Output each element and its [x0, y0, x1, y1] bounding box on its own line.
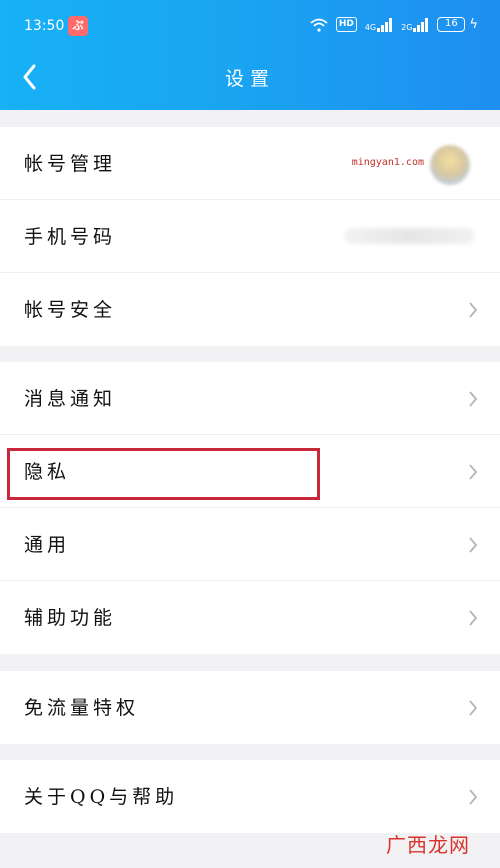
app-notification-icon: ぷ [68, 16, 88, 36]
settings-item-phone-number[interactable]: 手机号码 [0, 200, 500, 273]
network-label-2g: 2G [401, 22, 413, 32]
chevron-right-icon [469, 302, 478, 318]
settings-item-account-security[interactable]: 帐号安全 [0, 273, 500, 346]
chevron-right-icon [469, 610, 478, 626]
signal-icon [377, 17, 393, 32]
signal-icon [413, 17, 429, 32]
settings-item-about-help[interactable]: 关于QQ与帮助 [0, 760, 500, 833]
chevron-right-icon [469, 464, 478, 480]
watermark-text: mingyan1.com [351, 157, 424, 168]
phone-number-value-blurred [344, 228, 474, 244]
chevron-right-icon [469, 700, 478, 716]
app-header: 13:50 ぷ HD 4G 2G 16 ϟ 设置 [0, 0, 500, 110]
network-label-4g: 4G [364, 22, 377, 32]
settings-item-free-data[interactable]: 免流量特权 [0, 671, 500, 744]
status-icons: HD 4G 2G 16 ϟ [310, 17, 478, 32]
signal-2g: 2G [401, 17, 429, 32]
settings-group-general: 消息通知 隐私 通用 辅助功能 [0, 362, 500, 654]
settings-group-data: 免流量特权 [0, 671, 500, 744]
settings-group-about: 关于QQ与帮助 [0, 760, 500, 833]
avatar [430, 145, 470, 185]
settings-group-account: 帐号管理 mingyan1.com 手机号码 帐号安全 [0, 127, 500, 346]
settings-item-label: 帐号管理 [24, 153, 117, 175]
chevron-right-icon [469, 537, 478, 553]
footer-watermark: 广西龙网 [386, 833, 470, 857]
charging-icon: ϟ [469, 17, 478, 32]
settings-item-label: 帐号安全 [24, 299, 117, 321]
settings-item-label: 通用 [24, 534, 71, 556]
battery-icon: 16 [437, 17, 466, 32]
chevron-right-icon [469, 391, 478, 407]
hd-badge: HD [335, 17, 357, 32]
wifi-icon [310, 18, 328, 32]
settings-item-label: 隐私 [24, 461, 71, 483]
settings-item-label: 辅助功能 [24, 607, 117, 629]
status-bar: 13:50 ぷ HD 4G 2G 16 ϟ [0, 14, 500, 44]
settings-item-label: 免流量特权 [24, 697, 140, 719]
settings-item-account-management[interactable]: 帐号管理 mingyan1.com [0, 127, 500, 200]
page-title: 设置 [224, 68, 275, 90]
signal-4g: 4G [364, 17, 393, 32]
settings-item-notifications[interactable]: 消息通知 [0, 362, 500, 435]
chevron-right-icon [469, 789, 478, 805]
status-time: 13:50 [24, 18, 65, 34]
settings-item-general[interactable]: 通用 [0, 508, 500, 581]
settings-item-label: 消息通知 [24, 388, 117, 410]
settings-item-label: 关于QQ与帮助 [24, 786, 179, 808]
settings-item-privacy[interactable]: 隐私 [0, 435, 500, 508]
settings-item-label: 手机号码 [24, 226, 117, 248]
settings-item-accessibility[interactable]: 辅助功能 [0, 581, 500, 654]
